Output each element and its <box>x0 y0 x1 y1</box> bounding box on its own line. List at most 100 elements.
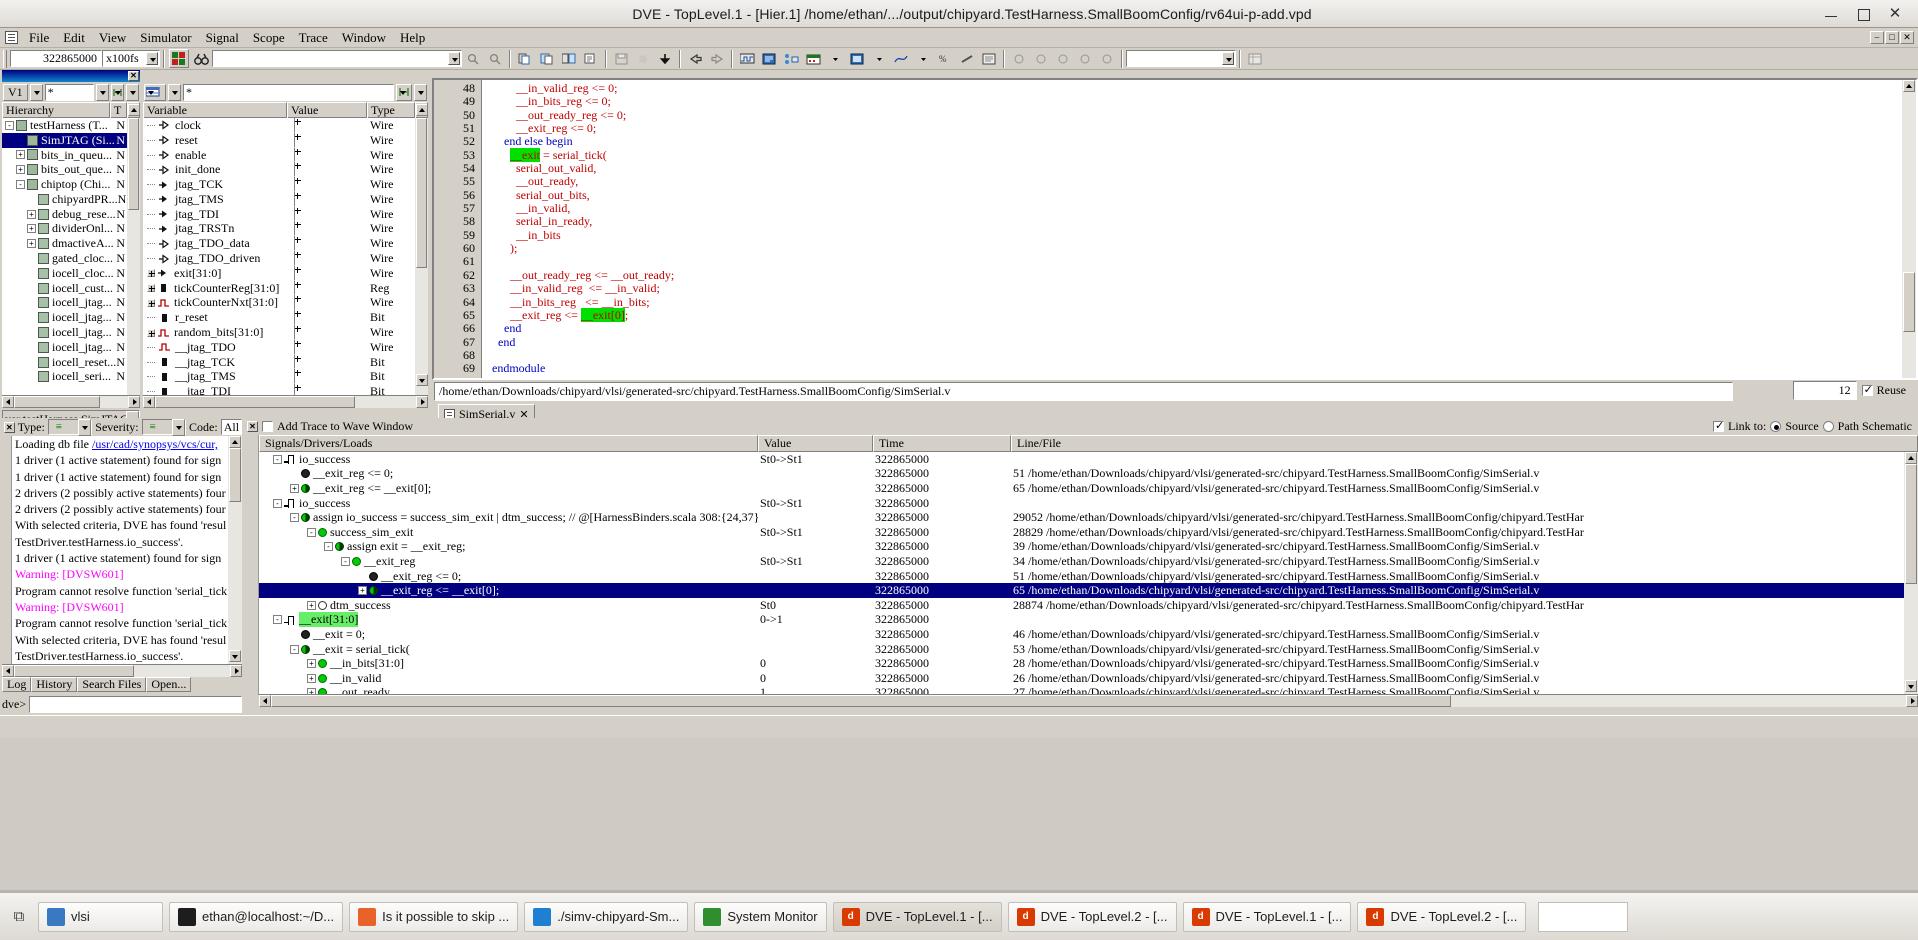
scroll-left-icon[interactable] <box>2 396 14 408</box>
link-to-checkbox[interactable] <box>1713 419 1724 432</box>
scroll-left-icon[interactable] <box>143 396 155 408</box>
variable-row[interactable]: jtag_TRSTn Wire <box>143 220 415 237</box>
tab-log[interactable]: Log <box>2 677 32 692</box>
scroll-left-icon[interactable] <box>259 695 271 707</box>
system-menu-icon[interactable] <box>5 31 18 44</box>
code-line[interactable]: __exit = serial_tick( <box>492 147 1902 162</box>
variable-value-cell[interactable] <box>287 220 367 237</box>
hierarchy-item[interactable]: iocell_jtag... N <box>2 310 127 325</box>
variable-value-cell[interactable] <box>287 161 367 178</box>
hierarchy-item[interactable]: + debug_rese... N <box>2 207 127 222</box>
toolbar-grip[interactable] <box>3 49 7 68</box>
menu-window[interactable]: Window <box>335 29 393 47</box>
tab-search-files[interactable]: Search Files <box>77 677 147 692</box>
trace-row[interactable]: __exit_reg <= 0; 322865000 51 /home/ethan/… <box>259 569 1904 584</box>
tab-history[interactable]: History <box>31 677 78 692</box>
coverage-icon[interactable]: % <box>935 49 955 68</box>
minimize-button[interactable] <box>1824 7 1838 21</box>
trace-row[interactable]: __exit_reg <= 0; 322865000 51 /home/ethan/… <box>259 466 1904 482</box>
variable-expand-icon[interactable] <box>396 84 412 101</box>
menu-view[interactable]: View <box>92 29 133 47</box>
list-window-icon[interactable] <box>759 49 779 68</box>
collapse-icon[interactable]: - <box>273 615 282 625</box>
line-count-field[interactable]: 12 <box>1792 381 1857 400</box>
variable-row[interactable]: __jtag_TDI Bit <box>143 383 415 395</box>
variable-row[interactable]: jtag_TDI Wire <box>143 205 415 222</box>
expand-icon[interactable] <box>147 298 155 307</box>
expand-icon[interactable]: + <box>358 586 367 596</box>
taskbar-button[interactable]: d DVE - TopLevel.2 - [... <box>1007 901 1177 932</box>
trace-row[interactable]: - assign exit = __exit_reg; 322865000 39 /h… <box>259 539 1904 555</box>
chevron-down-icon[interactable] <box>448 52 460 65</box>
hierarchy-item[interactable]: gated_cloc... N <box>2 251 127 266</box>
hierarchy-item[interactable]: - testHarness (T... N <box>2 118 127 133</box>
value-expand-icon[interactable] <box>293 309 295 326</box>
trace-row[interactable]: - assign io_success = success_sim_exit | … <box>259 510 1904 525</box>
chevron-down-icon[interactable] <box>913 49 933 68</box>
variable-row[interactable]: enable Wire <box>143 146 415 163</box>
taskbar-button[interactable]: vlsi <box>38 901 163 932</box>
code-line[interactable]: serial_out_bits, <box>492 188 1902 202</box>
trace-column-signals[interactable]: Signals/Drivers/Loads <box>259 435 758 452</box>
mdi-close-icon[interactable]: ✕ <box>1900 31 1914 44</box>
download-icon[interactable] <box>655 49 675 68</box>
hierarchy-item[interactable]: iocell_seri... N <box>2 369 127 385</box>
value-expand-icon[interactable] <box>293 190 295 207</box>
code-line[interactable]: serial_out_valid, <box>492 161 1902 175</box>
mdi-restore-button[interactable]: □ <box>1885 31 1899 44</box>
collapse-icon[interactable]: - <box>5 120 14 130</box>
log-severity-filter[interactable]: ≡ <box>141 418 187 436</box>
code-line[interactable]: serial_in_ready, <box>492 215 1902 228</box>
taskbar-button[interactable]: Is it possible to skip ... <box>349 901 519 932</box>
wave-window-icon[interactable] <box>737 49 757 68</box>
expand-icon[interactable]: + <box>27 239 36 249</box>
log-type-filter[interactable]: ≡ <box>47 418 93 436</box>
grid-icon[interactable] <box>169 49 189 68</box>
chevron-down-icon[interactable] <box>168 84 181 101</box>
expand-icon[interactable]: + <box>16 165 25 175</box>
expand-icon[interactable] <box>147 328 155 337</box>
source-code-text[interactable]: __in_valid_reg <= 0; __in_bits_reg <= 0;… <box>482 80 1902 378</box>
menu-file[interactable]: File <box>22 29 56 47</box>
variable-value-cell[interactable] <box>287 279 367 296</box>
variable-value-cell[interactable] <box>287 190 367 207</box>
variable-filter-input[interactable]: * <box>183 84 394 101</box>
time-unit-combo[interactable]: x100fs <box>102 50 160 67</box>
variable-row[interactable]: __jtag_TMS Bit <box>143 368 415 385</box>
variable-row[interactable]: r_reset Bit <box>143 309 415 326</box>
code-line[interactable]: __out_ready, <box>492 175 1902 188</box>
code-line[interactable]: __in_valid, <box>492 201 1902 215</box>
trace-row[interactable]: - __exit = serial_tick(322865000 53 /home/… <box>259 642 1904 657</box>
hierarchy-filter-input[interactable]: * <box>44 84 94 101</box>
variable-value-cell[interactable] <box>287 309 367 326</box>
hierarchy-item[interactable]: + bits_out_que... N <box>2 162 127 177</box>
hierarchy-scroll-up-button[interactable] <box>127 101 140 118</box>
code-line[interactable]: __out_ready_reg <= 0; <box>492 108 1902 122</box>
variable-row[interactable]: jtag_TCK Wire <box>143 176 415 193</box>
trace-row[interactable]: + dtm_success St0 322865000 28874 /home/etha… <box>259 598 1904 613</box>
log-link[interactable]: /usr/cad/synopsys/vcs/cur, <box>92 437 218 451</box>
variable-column-value[interactable]: Value <box>287 101 367 118</box>
hierarchy-item[interactable]: iocell_jtag... N <box>2 340 127 355</box>
value-expand-icon[interactable] <box>293 250 295 267</box>
chevron-down-icon[interactable] <box>414 84 427 101</box>
scope-selector[interactable]: V1 <box>3 84 28 101</box>
variable-value-cell[interactable] <box>287 176 367 193</box>
chevron-down-icon[interactable] <box>825 49 845 68</box>
variable-value-cell[interactable] <box>287 131 367 148</box>
paste-icon[interactable] <box>537 49 557 68</box>
trace-row[interactable]: - io_success St0->St1 322865000 <box>259 496 1904 511</box>
expand-icon[interactable] <box>147 284 155 293</box>
chevron-down-icon[interactable] <box>29 84 43 101</box>
variable-value-cell[interactable] <box>287 324 367 341</box>
collapse-icon[interactable]: - <box>273 454 282 464</box>
hierarchy-item[interactable]: + dmactiveA... N <box>2 236 127 251</box>
variable-value-cell[interactable] <box>287 235 367 252</box>
trace-hscrollbar[interactable] <box>259 694 1918 707</box>
value-expand-icon[interactable] <box>293 338 295 355</box>
variable-row[interactable]: __jtag_TDO Wire <box>143 338 415 355</box>
hierarchy-column-name[interactable]: Hierarchy <box>2 101 110 118</box>
chevron-down-icon[interactable] <box>126 84 139 101</box>
scroll-right-icon[interactable] <box>230 665 242 677</box>
path-schematic-radio[interactable] <box>1822 421 1834 432</box>
